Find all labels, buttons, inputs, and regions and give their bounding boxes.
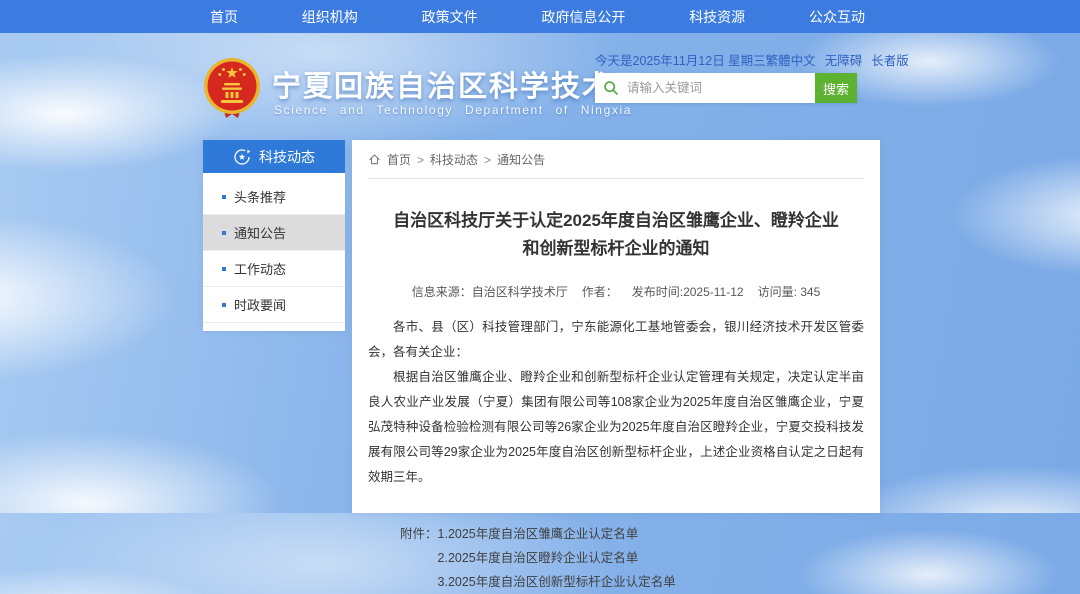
- article-source: 信息来源：自治区科学技术厅: [412, 285, 568, 299]
- sidebar-item-work-news[interactable]: 工作动态: [203, 251, 345, 287]
- header-meta-row: 今天是2025年11月12日 星期三 繁體中文 无障碍 长者版: [595, 50, 873, 69]
- article-paragraph: 根据自治区雏鹰企业、瞪羚企业和创新型标杆企业认定管理有关规定，决定认定半亩良人农…: [368, 365, 864, 490]
- sidebar-item-label: 头条推荐: [234, 187, 286, 206]
- article-publish-time: 发布时间:2025-11-12: [632, 285, 744, 299]
- home-icon: [368, 153, 381, 166]
- bullet-icon: [222, 231, 226, 235]
- article-body: 各市、县（区）科技管理部门，宁东能源化工基地管委会，银川经济技术开发区管委会，各…: [368, 315, 864, 490]
- sidebar-item-headline-recommend[interactable]: 头条推荐: [203, 179, 345, 215]
- breadcrumb: 首页 > 科技动态 > 通知公告: [368, 151, 864, 179]
- bullet-icon: [222, 267, 226, 271]
- nav-item-public-interaction[interactable]: 公众互动: [809, 7, 865, 27]
- breadcrumb-separator: >: [417, 153, 424, 167]
- breadcrumb-tech-news[interactable]: 科技动态: [430, 151, 478, 168]
- site-subtitle: Science and Technology Department of Nin…: [274, 103, 632, 117]
- breadcrumb-separator: >: [484, 153, 491, 167]
- article-author: 作者：: [582, 285, 618, 299]
- link-traditional-chinese[interactable]: 繁體中文: [766, 50, 816, 69]
- search-input-wrap: [595, 73, 815, 103]
- national-emblem-icon: [199, 56, 265, 126]
- article-title: 自治区科技厅关于认定2025年度自治区雏鹰企业、瞪羚企业 和创新型标杆企业的通知: [368, 207, 864, 263]
- site-title: 宁夏回族自治区科学技术厅: [272, 63, 644, 105]
- breadcrumb-notices[interactable]: 通知公告: [497, 151, 545, 168]
- search-icon: [603, 80, 619, 96]
- sidebar: 科技动态 头条推荐 通知公告 工作动态 时政要闻: [203, 140, 345, 331]
- nav-item-organization[interactable]: 组织机构: [302, 7, 358, 27]
- search-input[interactable]: [625, 80, 807, 96]
- link-elderly-version[interactable]: 长者版: [871, 50, 909, 69]
- sidebar-title: 科技动态: [259, 147, 315, 167]
- nav-item-home[interactable]: 首页: [210, 7, 238, 27]
- today-date-text: 今天是2025年11月12日 星期三: [595, 50, 766, 69]
- article-paragraph: 各市、县（区）科技管理部门，宁东能源化工基地管委会，银川经济技术开发区管委会，各…: [368, 315, 864, 365]
- sidebar-item-notices[interactable]: 通知公告: [203, 215, 345, 251]
- bullet-icon: [222, 195, 226, 199]
- search-button[interactable]: 搜索: [815, 73, 857, 103]
- attachment-link-eagle-list[interactable]: 1.2025年度自治区雏鹰企业认定名单: [438, 522, 676, 546]
- link-accessibility[interactable]: 无障碍: [825, 50, 863, 69]
- article-meta: 信息来源：自治区科学技术厅作者： 发布时间:2025-11-12 访问量: 345: [368, 283, 864, 300]
- nav-item-gov-info-disclosure[interactable]: 政府信息公开: [541, 7, 625, 27]
- attachment-link-benchmark-list[interactable]: 3.2025年度自治区创新型标杆企业认定名单: [438, 570, 676, 594]
- nav-item-policy-documents[interactable]: 政策文件: [422, 7, 478, 27]
- nav-item-tech-resources[interactable]: 科技资源: [689, 7, 745, 27]
- attachments-label: 附件：: [400, 522, 438, 594]
- sidebar-item-current-politics[interactable]: 时政要闻: [203, 287, 345, 323]
- top-nav-bar: 首页 组织机构 政策文件 政府信息公开 科技资源 公众互动: [0, 0, 1080, 33]
- national-emblem-logo[interactable]: [199, 56, 265, 126]
- content-panel: 首页 > 科技动态 > 通知公告 自治区科技厅关于认定2025年度自治区雏鹰企业…: [352, 140, 880, 513]
- article-title-line1: 自治区科技厅关于认定2025年度自治区雏鹰企业、瞪羚企业: [368, 207, 864, 235]
- breadcrumb-home[interactable]: 首页: [387, 151, 411, 168]
- sidebar-item-label: 通知公告: [234, 223, 286, 242]
- sidebar-item-label: 工作动态: [234, 259, 286, 278]
- article-title-line2: 和创新型标杆企业的通知: [368, 235, 864, 263]
- attachment-link-gazelle-list[interactable]: 2.2025年度自治区瞪羚企业认定名单: [438, 546, 676, 570]
- search-bar: 搜索: [595, 73, 857, 103]
- sidebar-header-tech-news[interactable]: 科技动态: [203, 140, 345, 173]
- attachments-block: 附件： 1.2025年度自治区雏鹰企业认定名单 2.2025年度自治区瞪羚企业认…: [400, 522, 864, 594]
- bullet-icon: [222, 303, 226, 307]
- sidebar-item-label: 时政要闻: [234, 295, 286, 314]
- rotate-star-icon: [233, 148, 251, 166]
- article-view-count: 访问量: 345: [758, 285, 821, 299]
- quick-links: 繁體中文 无障碍 长者版: [766, 50, 909, 69]
- top-nav-items: 首页 组织机构 政策文件 政府信息公开 科技资源 公众互动: [210, 0, 865, 33]
- sidebar-list: 头条推荐 通知公告 工作动态 时政要闻: [203, 173, 345, 331]
- attachments-list: 1.2025年度自治区雏鹰企业认定名单 2.2025年度自治区瞪羚企业认定名单 …: [438, 522, 676, 594]
